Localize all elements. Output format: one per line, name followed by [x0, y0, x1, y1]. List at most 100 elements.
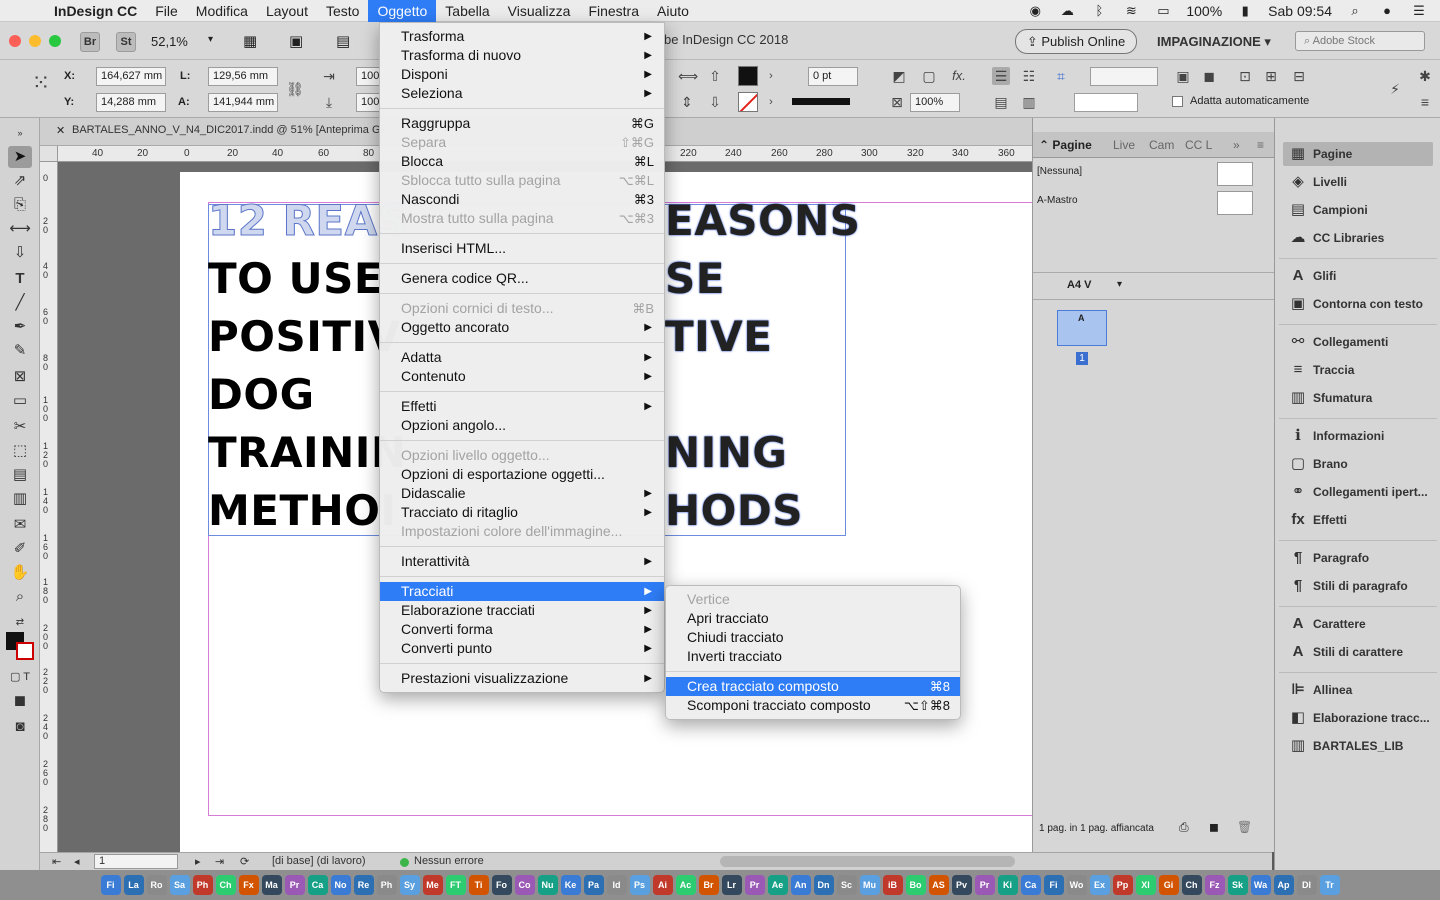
- cloud-upload-icon[interactable]: ☁: [1058, 4, 1076, 18]
- dock-app-icon[interactable]: La: [123, 875, 144, 895]
- siri-icon[interactable]: ●: [1378, 4, 1396, 18]
- stroke-weight-field[interactable]: 0 pt: [808, 67, 858, 86]
- headline-line[interactable]: POSITIV: [208, 308, 401, 366]
- menu-item-nascondi[interactable]: Nascondi ⌘3: [380, 190, 664, 209]
- dock-app-icon[interactable]: Fz: [1204, 875, 1225, 895]
- dock-app-icon[interactable]: FT: [445, 875, 466, 895]
- chevron-down-icon[interactable]: ▾: [208, 34, 213, 45]
- stock-button[interactable]: St: [116, 32, 136, 52]
- menu-app-name[interactable]: InDesign CC: [45, 0, 146, 22]
- arrange-documents-icon[interactable]: ▤: [336, 32, 350, 50]
- rectangle-tool-icon[interactable]: ▭: [8, 390, 32, 412]
- dock-app-icon[interactable]: Ph: [376, 875, 397, 895]
- text-wrap-bounding-icon[interactable]: ▥: [1020, 93, 1038, 111]
- menu-item-opzioni-angolo[interactable]: Opzioni angolo...: [380, 416, 664, 435]
- tab-cc-libraries[interactable]: CC L: [1185, 138, 1212, 152]
- fill-frame-icon[interactable]: ⊞: [1262, 67, 1280, 85]
- menu-item-separa[interactable]: Separa ⇧⌘G: [380, 133, 664, 152]
- menu-item-seleziona[interactable]: Seleziona ▶: [380, 84, 664, 103]
- panel-item-contorna-con-testo[interactable]: ▣ Contorna con testo: [1283, 292, 1433, 316]
- reference-point-icon[interactable]: ⁙: [28, 72, 54, 94]
- width-field[interactable]: 129,56 mm: [208, 67, 278, 86]
- dock-app-icon[interactable]: Ai: [652, 875, 673, 895]
- menu-item-genera-codice-qr[interactable]: Genera codice QR...: [380, 269, 664, 288]
- dock-app-icon[interactable]: Me: [422, 875, 443, 895]
- free-transform-tool-icon[interactable]: ⬚: [8, 440, 32, 462]
- panel-item-bartales-lib[interactable]: ▥ BARTALES_LIB: [1283, 734, 1433, 758]
- menu-item-adatta[interactable]: Adatta ▶: [380, 348, 664, 367]
- x-position-field[interactable]: 164,627 mm: [96, 67, 166, 86]
- panel-item-allinea[interactable]: ⊫ Allinea: [1283, 678, 1433, 702]
- menu-item-inverti-tracciato[interactable]: Inverti tracciato: [666, 647, 960, 666]
- rectangle-frame-tool-icon[interactable]: ⊠: [8, 366, 32, 388]
- fit-content-icon[interactable]: ▣: [1174, 67, 1192, 85]
- master-none-thumb[interactable]: [1217, 162, 1253, 186]
- close-tab-icon[interactable]: ✕: [56, 124, 65, 137]
- tab-live[interactable]: Live: [1113, 138, 1135, 152]
- creative-cloud-icon[interactable]: ◉: [1026, 4, 1044, 18]
- center-content-icon[interactable]: ⊡: [1236, 67, 1254, 85]
- view-options-icon[interactable]: ▦: [243, 32, 257, 50]
- frame-icon[interactable]: ▢: [920, 67, 938, 85]
- preflight-status[interactable]: Nessun errore: [414, 855, 484, 867]
- pen-tool-icon[interactable]: ✒: [8, 316, 32, 338]
- bluetooth-icon[interactable]: ᛒ: [1090, 4, 1108, 18]
- menu-item-disponi[interactable]: Disponi ▶: [380, 65, 664, 84]
- text-wrap-icon[interactable]: ▤: [992, 93, 1010, 111]
- dock-app-icon[interactable]: No: [330, 875, 351, 895]
- opacity-field[interactable]: 100%: [910, 93, 960, 112]
- new-page-icon[interactable]: ◼: [1209, 820, 1219, 834]
- menu-file[interactable]: File: [146, 0, 187, 22]
- zoom-window-button[interactable]: [49, 35, 61, 47]
- menu-visualizza[interactable]: Visualizza: [499, 0, 580, 22]
- dock-app-icon[interactable]: Sy: [399, 875, 420, 895]
- tab-cam[interactable]: Cam: [1149, 138, 1174, 152]
- dock-app-icon[interactable]: AS: [928, 875, 949, 895]
- dock-app-icon[interactable]: Fx: [238, 875, 259, 895]
- stroke-style-field[interactable]: [1074, 93, 1138, 112]
- dock-app-icon[interactable]: Fi: [1043, 875, 1064, 895]
- outlined-headline-line[interactable]: NING: [665, 424, 787, 482]
- dock-app-icon[interactable]: Id: [606, 875, 627, 895]
- dock-app-icon[interactable]: Pa: [583, 875, 604, 895]
- panel-item-campioni[interactable]: ▤ Campioni: [1283, 198, 1433, 222]
- menu-item-trasforma[interactable]: Trasforma ▶: [380, 27, 664, 46]
- menu-item-impostazioni-colore-dell-immagine[interactable]: Impostazioni colore dell'immagine...: [380, 522, 664, 541]
- y-position-field[interactable]: 14,288 mm: [96, 93, 166, 112]
- headline-line[interactable]: DOG: [208, 366, 315, 424]
- constrain-proportions-icon[interactable]: ⛓: [286, 80, 304, 98]
- dock-app-icon[interactable]: Pr: [284, 875, 305, 895]
- menu-testo[interactable]: Testo: [317, 0, 368, 22]
- formatting-affects-icon[interactable]: ▢ T: [8, 666, 32, 688]
- page-number-label[interactable]: 1: [1076, 352, 1088, 365]
- menu-item-didascalie[interactable]: Didascalie ▶: [380, 484, 664, 503]
- menu-item-sblocca-tutto-sulla-pagina[interactable]: Sblocca tutto sulla pagina ⌥⌘L: [380, 171, 664, 190]
- menu-layout[interactable]: Layout: [257, 0, 317, 22]
- minimize-window-button[interactable]: [29, 35, 41, 47]
- ruler-origin[interactable]: [40, 146, 58, 162]
- dock-app-icon[interactable]: Ch: [1181, 875, 1202, 895]
- menu-item-blocca[interactable]: Blocca ⌘L: [380, 152, 664, 171]
- panel-item-glifi[interactable]: A Glifi: [1283, 264, 1433, 288]
- select-container-icon[interactable]: ⇧: [706, 67, 724, 85]
- screen-mode-tool-icon[interactable]: ◙: [8, 716, 32, 738]
- dock-app-icon[interactable]: Lr: [721, 875, 742, 895]
- scale-x-field[interactable]: 100: [356, 67, 380, 86]
- line-tool-icon[interactable]: ╱: [8, 292, 32, 314]
- panel-menu-icon[interactable]: ≡: [1257, 138, 1264, 152]
- master-a-thumb[interactable]: [1217, 191, 1253, 215]
- align-left-icon[interactable]: ☰: [992, 67, 1010, 85]
- scissors-tool-icon[interactable]: ✂: [8, 416, 32, 438]
- menu-item-interattivit[interactable]: Interattività ▶: [380, 552, 664, 571]
- fit-frame-icon[interactable]: ◼: [1200, 67, 1218, 85]
- auto-size-icon[interactable]: ⌗: [1052, 67, 1070, 85]
- eyedropper-tool-icon[interactable]: ✐: [8, 538, 32, 560]
- chevron-right-icon[interactable]: ›: [762, 67, 780, 85]
- chevron-down-icon[interactable]: ▾: [1117, 279, 1122, 290]
- clock[interactable]: Sab 09:54: [1268, 3, 1332, 19]
- dock-app-icon[interactable]: Pr: [744, 875, 765, 895]
- note-tool-icon[interactable]: ✉: [8, 514, 32, 536]
- panel-item-effetti[interactable]: fx Effetti: [1283, 508, 1433, 532]
- menu-item-mostra-tutto-sulla-pagina[interactable]: Mostra tutto sulla pagina ⌥⌘3: [380, 209, 664, 228]
- dock-app-icon[interactable]: Ps: [629, 875, 650, 895]
